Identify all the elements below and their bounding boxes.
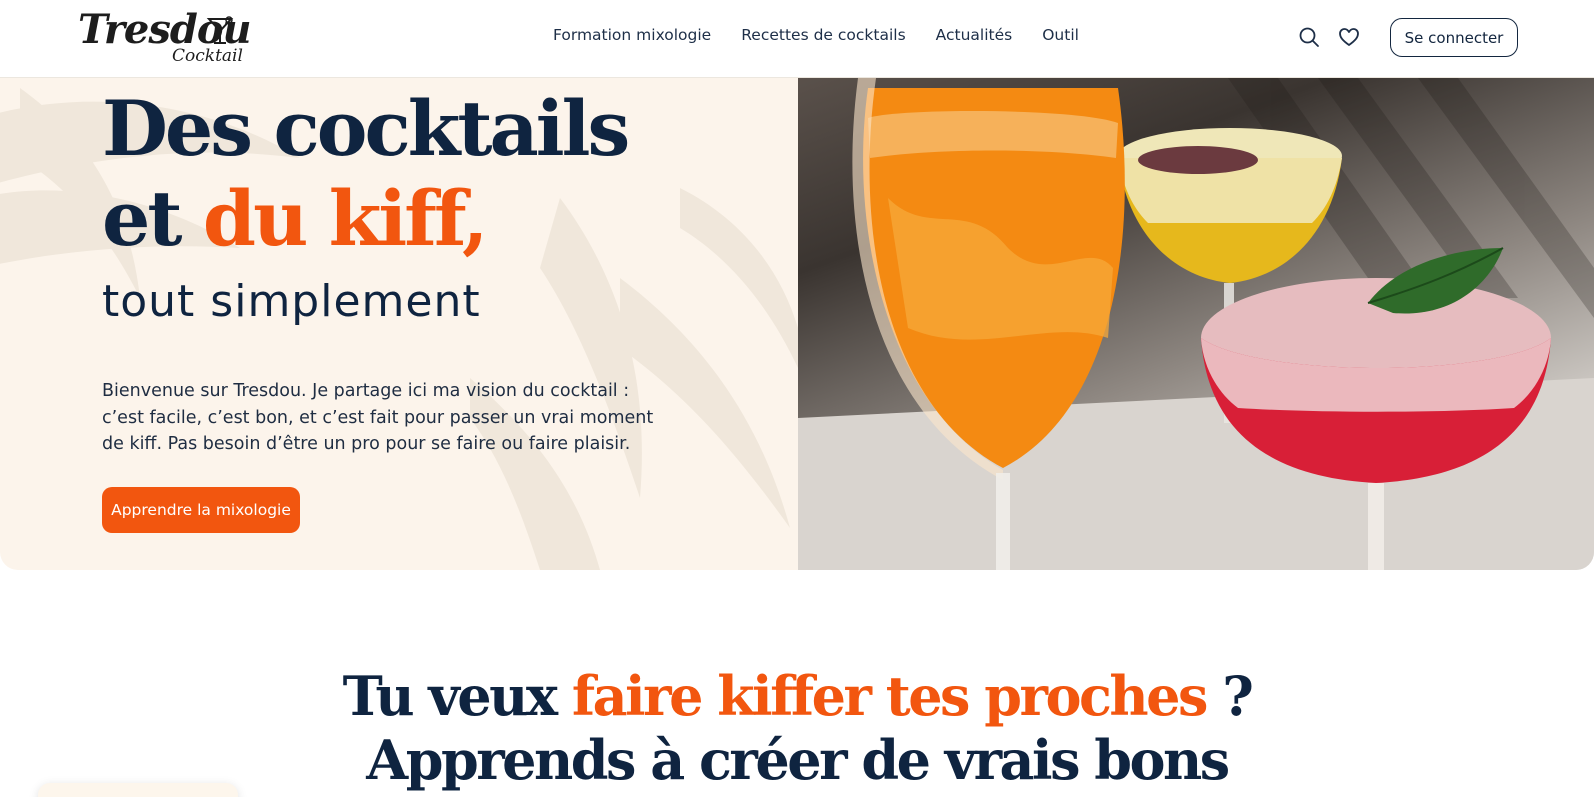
section-heading-accent: faire kiffer tes proches <box>571 664 1208 728</box>
hero-title-line1: Des cocktails <box>102 84 630 173</box>
nav-item-formation[interactable]: Formation mixologie <box>553 26 711 44</box>
search-icon[interactable] <box>1298 26 1320 48</box>
floating-card <box>38 783 238 797</box>
heart-icon[interactable] <box>1338 26 1360 48</box>
hero-cocktail-photo <box>798 78 1594 570</box>
site-header: Tresdou Cocktail Formation mixologie Rec… <box>0 0 1594 78</box>
hero-tagline: tout simplement <box>102 276 481 327</box>
nav-item-recettes[interactable]: Recettes de cocktails <box>741 26 905 44</box>
login-button[interactable]: Se connecter <box>1390 18 1518 57</box>
hero-title: Des cocktails et du kiff, <box>102 84 630 264</box>
logo[interactable]: Tresdou Cocktail <box>76 6 252 72</box>
nav-item-outil[interactable]: Outil <box>1042 26 1079 44</box>
section-heading: Tu veux faire kiffer tes proches ? Appre… <box>0 664 1594 792</box>
hero-title-accent: du kiff, <box>202 174 489 263</box>
section-heading-line1: Tu veux faire kiffer tes proches ? <box>0 664 1594 728</box>
learn-mixology-button[interactable]: Apprendre la mixologie <box>102 487 300 533</box>
nav-item-actualites[interactable]: Actualités <box>936 26 1013 44</box>
cocktail-photo-illustration <box>798 78 1594 570</box>
section-heading-prefix: Tu veux <box>342 664 572 728</box>
hero-title-line2-prefix: et <box>102 174 203 263</box>
logo-subtitle: Cocktail <box>172 46 243 66</box>
section-heading-suffix: ? <box>1205 664 1254 728</box>
cocktail-glass-icon <box>206 16 234 44</box>
hero-description: Bienvenue sur Tresdou. Je partage ici ma… <box>102 381 654 454</box>
main-nav: Formation mixologie Recettes de cocktail… <box>553 26 1079 44</box>
section-heading-line2: Apprends à créer de vrais bons <box>366 728 1230 792</box>
